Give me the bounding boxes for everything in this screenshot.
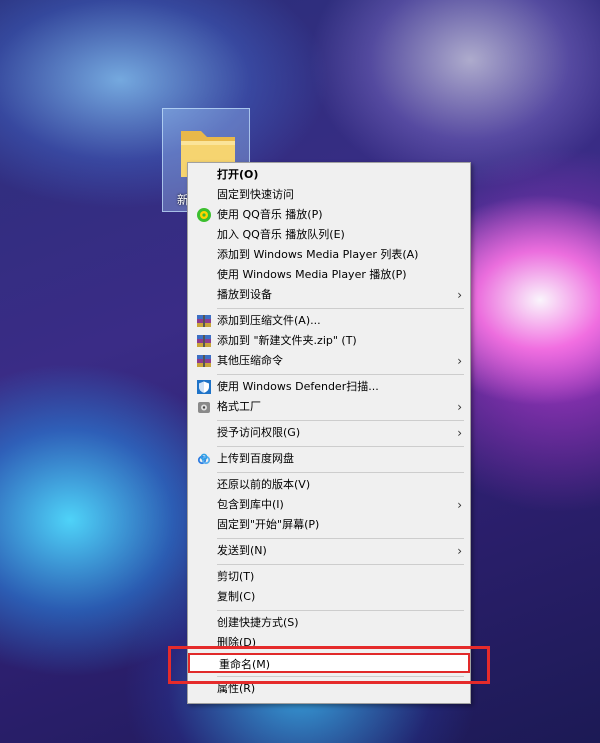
menu-item-cut[interactable]: 剪切(T) — [188, 567, 470, 587]
qq-music-icon — [196, 207, 212, 223]
menu-separator — [217, 610, 464, 611]
menu-separator — [217, 446, 464, 447]
menu-separator — [217, 420, 464, 421]
menu-item-add-to-zip[interactable]: 添加到 "新建文件夹.zip" (T) — [188, 331, 470, 351]
menu-item-format-factory[interactable]: 格式工厂 › — [188, 397, 470, 417]
menu-item-copy[interactable]: 复制(C) — [188, 587, 470, 607]
menu-item-cast-to-device[interactable]: 播放到设备 › — [188, 285, 470, 305]
menu-item-defender-scan[interactable]: 使用 Windows Defender扫描... — [188, 377, 470, 397]
chevron-right-icon: › — [457, 498, 462, 512]
chevron-right-icon: › — [457, 426, 462, 440]
baidu-netdisk-icon — [196, 451, 212, 467]
context-menu: 打开(O) 固定到快速访问 使用 QQ音乐 播放(P) 加入 QQ音乐 播放队列… — [187, 162, 471, 704]
menu-separator — [217, 676, 464, 677]
menu-item-qq-music-play[interactable]: 使用 QQ音乐 播放(P) — [188, 205, 470, 225]
menu-item-add-to-archive[interactable]: 添加到压缩文件(A)... — [188, 311, 470, 331]
menu-item-pin-to-start[interactable]: 固定到"开始"屏幕(P) — [188, 515, 470, 535]
defender-shield-icon — [196, 379, 212, 395]
menu-item-baidu-upload[interactable]: 上传到百度网盘 — [188, 449, 470, 469]
winrar-icon — [196, 333, 212, 349]
menu-item-include-in-library[interactable]: 包含到库中(I) › — [188, 495, 470, 515]
winrar-icon — [196, 313, 212, 329]
chevron-right-icon: › — [457, 400, 462, 414]
menu-item-other-compress[interactable]: 其他压缩命令 › — [188, 351, 470, 371]
menu-item-wmp-add-list[interactable]: 添加到 Windows Media Player 列表(A) — [188, 245, 470, 265]
menu-separator — [217, 308, 464, 309]
menu-item-restore-versions[interactable]: 还原以前的版本(V) — [188, 475, 470, 495]
menu-item-wmp-play[interactable]: 使用 Windows Media Player 播放(P) — [188, 265, 470, 285]
format-factory-icon — [196, 399, 212, 415]
menu-item-grant-access[interactable]: 授予访问权限(G) › — [188, 423, 470, 443]
chevron-right-icon: › — [457, 288, 462, 302]
chevron-right-icon: › — [457, 354, 462, 368]
menu-item-delete[interactable]: 删除(D) — [188, 633, 470, 653]
winrar-icon — [196, 353, 212, 369]
menu-separator — [217, 472, 464, 473]
menu-item-pin-quick-access[interactable]: 固定到快速访问 — [188, 185, 470, 205]
menu-item-send-to[interactable]: 发送到(N) › — [188, 541, 470, 561]
menu-item-create-shortcut[interactable]: 创建快捷方式(S) — [188, 613, 470, 633]
menu-item-open[interactable]: 打开(O) — [188, 165, 470, 185]
menu-item-qq-music-queue[interactable]: 加入 QQ音乐 播放队列(E) — [188, 225, 470, 245]
menu-separator — [217, 538, 464, 539]
menu-separator — [217, 374, 464, 375]
menu-separator — [217, 564, 464, 565]
chevron-right-icon: › — [457, 544, 462, 558]
menu-item-properties[interactable]: 属性(R) — [188, 679, 470, 699]
menu-item-rename[interactable]: 重命名(M) — [188, 653, 470, 673]
